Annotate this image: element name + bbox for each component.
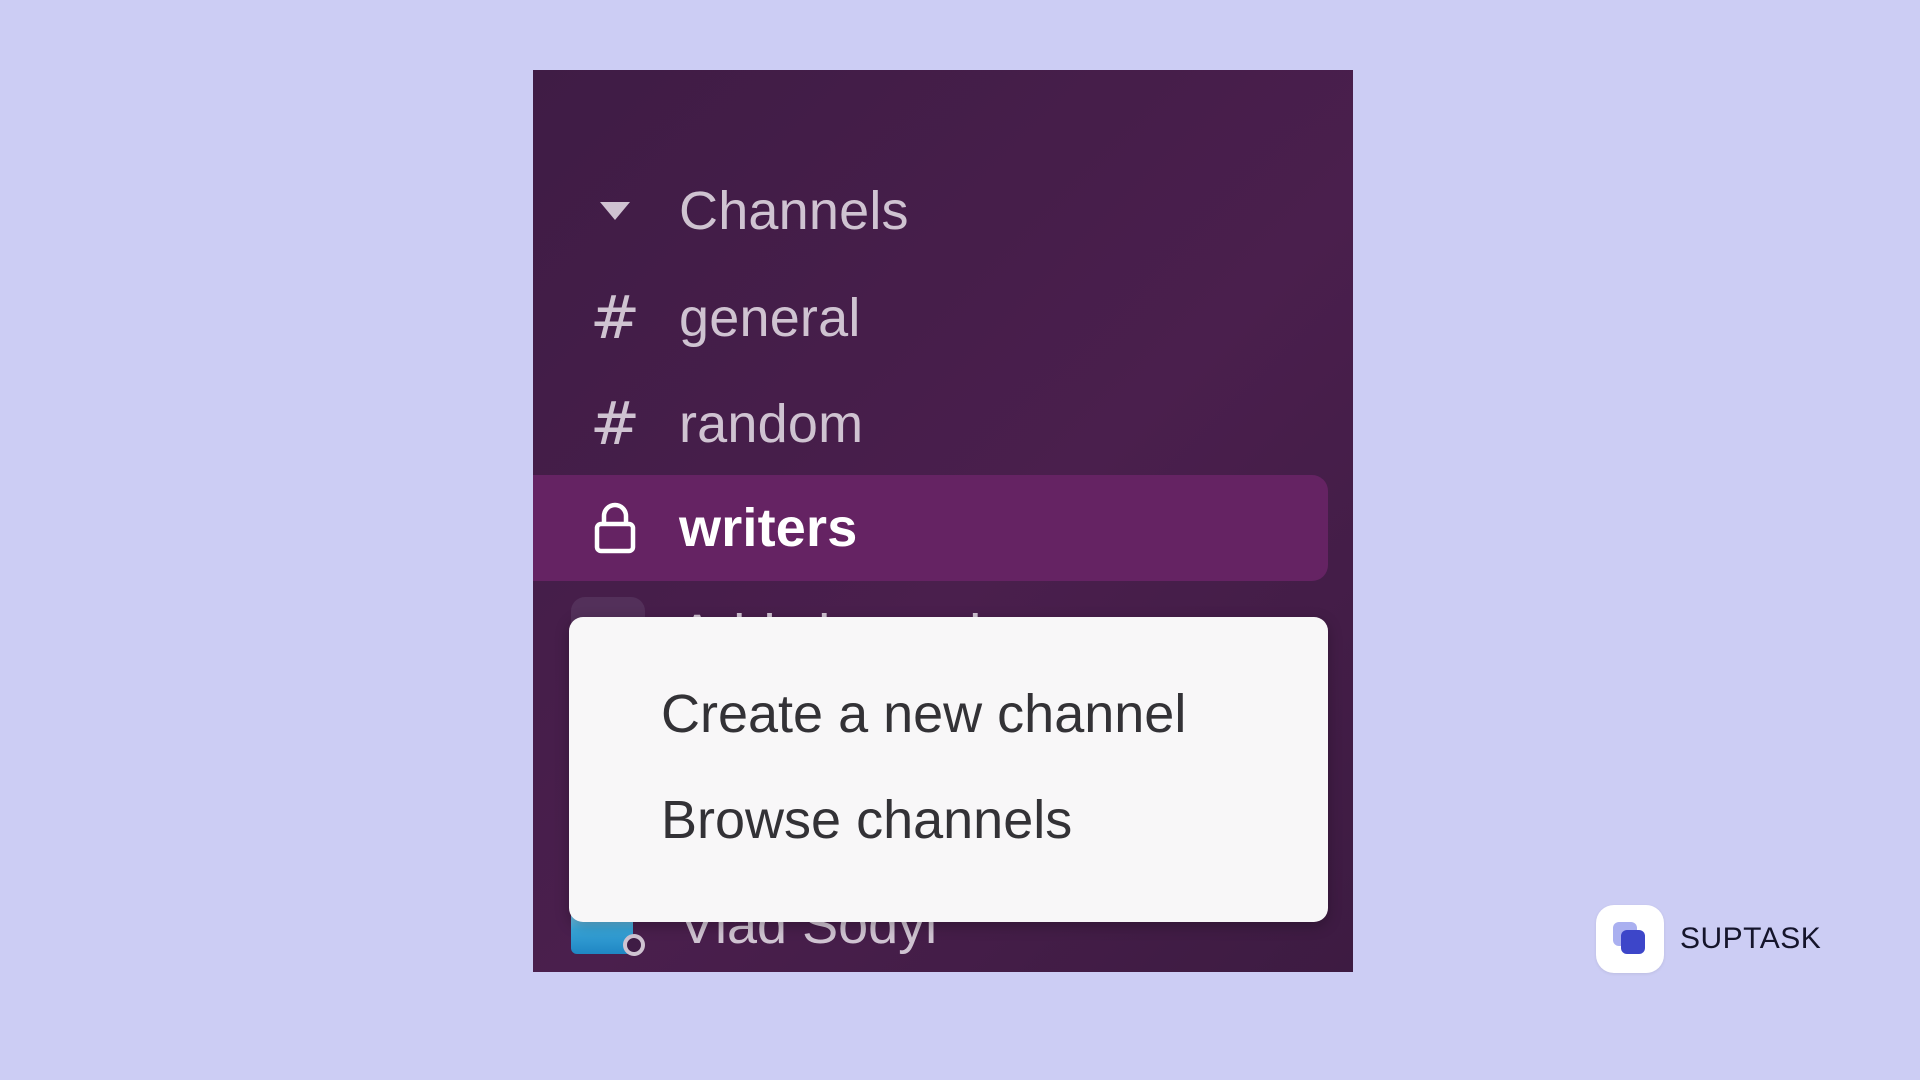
hash-icon: # bbox=[589, 283, 641, 353]
channel-item-writers[interactable]: writers bbox=[533, 475, 1328, 581]
hash-icon: # bbox=[589, 389, 641, 459]
add-channels-menu: Create a new channel Browse channels bbox=[569, 617, 1328, 922]
suptask-brand: SUPTASK bbox=[1596, 905, 1821, 973]
channel-name: general bbox=[679, 288, 861, 348]
channel-name: random bbox=[679, 394, 864, 454]
channels-section-title: Channels bbox=[679, 181, 909, 241]
suptask-logo-icon bbox=[1596, 905, 1664, 973]
channel-item-general[interactable]: # general bbox=[533, 265, 1328, 371]
brand-name: SUPTASK bbox=[1680, 922, 1822, 955]
menu-item-create-channel[interactable]: Create a new channel bbox=[661, 683, 1186, 745]
caret-down-icon bbox=[583, 179, 647, 243]
channel-name: writers bbox=[679, 498, 858, 558]
presence-status-icon bbox=[623, 934, 645, 956]
menu-item-browse-channels[interactable]: Browse channels bbox=[661, 789, 1072, 851]
channels-section-header[interactable]: Channels bbox=[533, 158, 1328, 264]
channel-item-random[interactable]: # random bbox=[533, 371, 1328, 477]
lock-icon bbox=[583, 496, 647, 560]
